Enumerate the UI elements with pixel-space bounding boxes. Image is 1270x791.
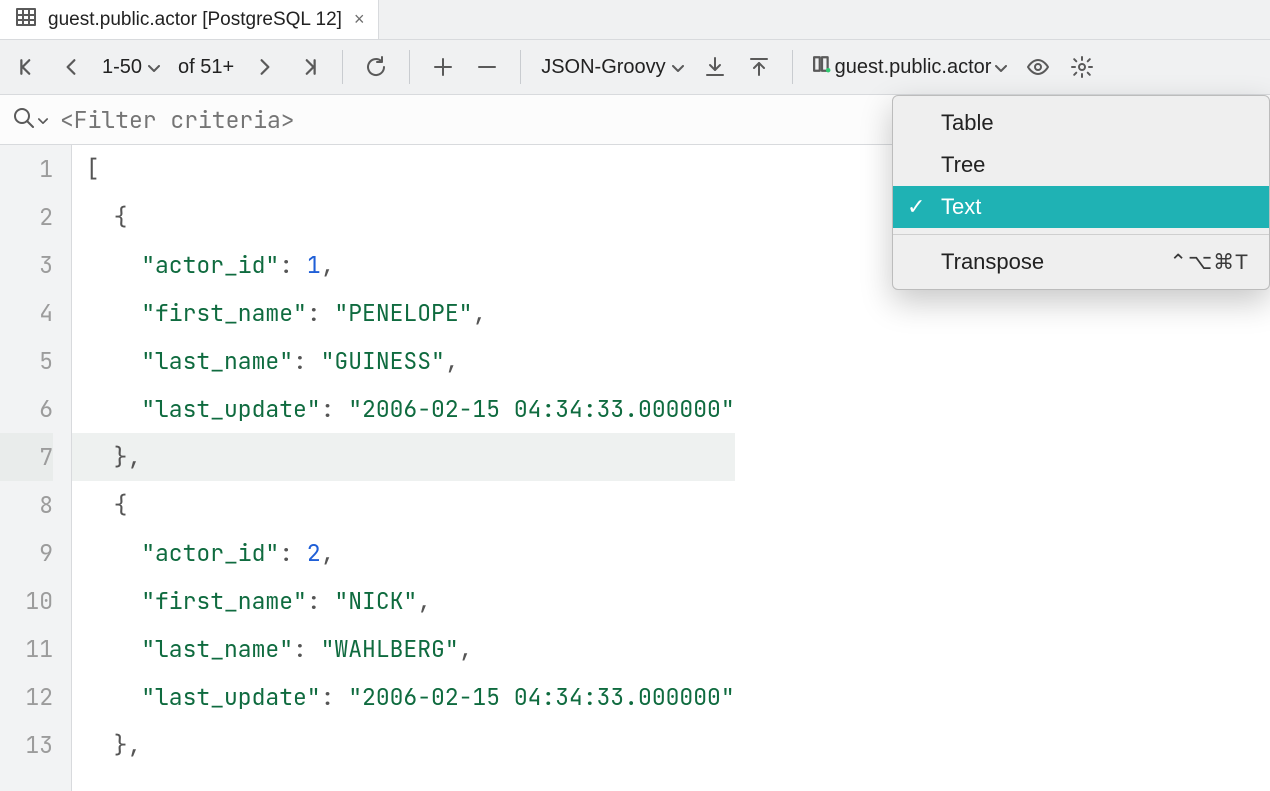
target-dropdown[interactable]: guest.public.actor <box>813 55 1008 79</box>
line-number: 13 <box>0 721 53 769</box>
line-number: 5 <box>0 337 53 385</box>
line-number: 11 <box>0 625 53 673</box>
export-button[interactable] <box>702 50 728 84</box>
line-number: 1 <box>0 145 53 193</box>
remove-row-button[interactable] <box>474 50 500 84</box>
menu-item-label: Transpose <box>941 249 1044 275</box>
next-page-button[interactable] <box>252 50 278 84</box>
extractor-label: JSON-Groovy <box>541 56 665 79</box>
add-row-button[interactable] <box>430 50 456 84</box>
toolbar-separator <box>792 50 793 84</box>
line-number: 8 <box>0 481 53 529</box>
check-icon: ✓ <box>907 194 925 220</box>
menu-item-tree[interactable]: Tree <box>893 144 1269 186</box>
toolbar-separator <box>342 50 343 84</box>
import-button[interactable] <box>746 50 772 84</box>
code-line[interactable]: "last_update": "2006-02-15 04:34:33.0000… <box>86 385 735 433</box>
row-range-label: 1-50 <box>102 56 142 79</box>
target-label: guest.public.actor <box>835 56 992 79</box>
prev-page-button[interactable] <box>58 50 84 84</box>
row-total-label: of 51+ <box>178 56 234 79</box>
chevron-down-icon[interactable] <box>38 112 48 128</box>
code-area[interactable]: [ { "actor_id": 1, "first_name": "PENELO… <box>72 145 735 791</box>
code-line[interactable]: "last_name": "WAHLBERG", <box>86 625 735 673</box>
code-line[interactable]: [ <box>86 145 735 193</box>
first-page-button[interactable] <box>14 50 40 84</box>
code-line[interactable]: "first_name": "NICK", <box>86 577 735 625</box>
menu-item-label: Text <box>941 194 981 220</box>
chevron-down-icon <box>672 56 684 79</box>
menu-item-text[interactable]: ✓ Text <box>893 186 1269 228</box>
settings-button[interactable] <box>1069 50 1095 84</box>
code-line[interactable]: "last_name": "GUINESS", <box>86 337 735 385</box>
toolbar-separator <box>409 50 410 84</box>
view-mode-button[interactable] <box>1025 50 1051 84</box>
menu-item-transpose[interactable]: Transpose ⌃⌥⌘T <box>893 241 1269 283</box>
reload-button[interactable] <box>363 50 389 84</box>
line-number: 2 <box>0 193 53 241</box>
menu-item-label: Tree <box>941 152 985 178</box>
line-number: 12 <box>0 673 53 721</box>
menu-shortcut: ⌃⌥⌘T <box>1169 250 1249 275</box>
datasource-icon <box>813 55 831 79</box>
result-toolbar: 1-50 of 51+ JSON-Groovy guest.public.act… <box>0 40 1270 95</box>
search-icon[interactable] <box>12 106 36 133</box>
line-number: 6 <box>0 385 53 433</box>
chevron-down-icon <box>995 56 1007 79</box>
line-number: 4 <box>0 289 53 337</box>
code-line[interactable]: "first_name": "PENELOPE", <box>86 289 735 337</box>
view-mode-menu: Table Tree ✓ Text Transpose ⌃⌥⌘T <box>892 95 1270 290</box>
code-line[interactable]: }, <box>72 433 735 481</box>
row-range-dropdown[interactable]: 1-50 <box>102 56 160 79</box>
menu-item-label: Table <box>941 110 994 136</box>
line-gutter: 12345678910111213 <box>0 145 72 791</box>
line-number: 9 <box>0 529 53 577</box>
code-line[interactable]: { <box>86 193 735 241</box>
extractor-dropdown[interactable]: JSON-Groovy <box>541 56 683 79</box>
tab-bar: guest.public.actor [PostgreSQL 12] × <box>0 0 1270 40</box>
code-line[interactable]: }, <box>86 721 735 769</box>
close-icon[interactable]: × <box>352 9 367 30</box>
code-line[interactable]: "last_update": "2006-02-15 04:34:33.0000… <box>86 673 735 721</box>
menu-separator <box>893 234 1269 235</box>
line-number: 7 <box>0 433 53 481</box>
line-number: 10 <box>0 577 53 625</box>
chevron-down-icon <box>148 56 160 79</box>
code-line[interactable]: "actor_id": 2, <box>86 529 735 577</box>
editor-tab[interactable]: guest.public.actor [PostgreSQL 12] × <box>0 0 379 39</box>
last-page-button[interactable] <box>296 50 322 84</box>
table-icon <box>14 5 38 35</box>
line-number: 3 <box>0 241 53 289</box>
tab-title: guest.public.actor [PostgreSQL 12] <box>48 9 342 31</box>
toolbar-separator <box>520 50 521 84</box>
code-line[interactable]: { <box>86 481 735 529</box>
menu-item-table[interactable]: Table <box>893 102 1269 144</box>
code-line[interactable]: "actor_id": 1, <box>86 241 735 289</box>
